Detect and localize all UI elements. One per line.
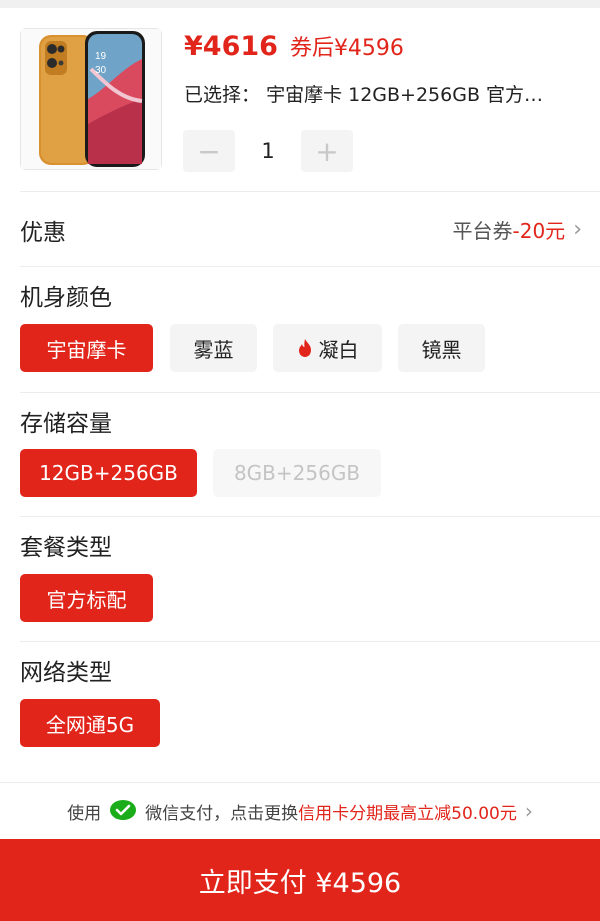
pay-now-label: 立即支付 ¥4596 bbox=[198, 867, 402, 899]
promo-highlight: 信用卡分期最高立减50.00元 bbox=[298, 803, 517, 824]
divider bbox=[20, 641, 600, 642]
option-label: 镜黑 bbox=[421, 337, 462, 362]
option-label: 凝白 bbox=[318, 337, 359, 362]
promo-prefix: 使用 bbox=[67, 803, 102, 824]
option-label: 8GB+256GB bbox=[233, 461, 361, 485]
option-color-white[interactable]: 凝白 bbox=[273, 324, 382, 372]
option-package-standard[interactable]: 官方标配 bbox=[20, 574, 153, 622]
divider bbox=[20, 266, 600, 267]
svg-text:19: 19 bbox=[95, 51, 107, 62]
chevron-right-icon: › bbox=[524, 799, 533, 823]
wechat-pay-icon bbox=[110, 800, 137, 820]
divider bbox=[20, 392, 600, 393]
selected-label: 已选择： bbox=[184, 84, 261, 106]
option-label: 12GB+256GB bbox=[39, 461, 178, 485]
option-color-mist-blue[interactable]: 雾蓝 bbox=[170, 324, 257, 372]
phone-product-image-icon: 19 30 bbox=[21, 29, 161, 169]
price-after-coupon: 券后¥4596 bbox=[289, 36, 404, 61]
price-row: ¥4616 券后¥4596 bbox=[184, 30, 404, 70]
section-title-network: 网络类型 bbox=[20, 660, 112, 686]
option-label: 全网通5G bbox=[45, 712, 135, 737]
product-image[interactable]: 19 30 bbox=[20, 28, 162, 170]
minus-icon: − bbox=[197, 134, 221, 168]
coupon-type: 平台券 bbox=[452, 219, 513, 243]
price: ¥4616 bbox=[184, 31, 278, 62]
option-color-mocha[interactable]: 宇宙摩卡 bbox=[20, 324, 153, 372]
option-label: 宇宙摩卡 bbox=[46, 337, 127, 362]
divider bbox=[20, 191, 600, 192]
promo-wechat-text: 微信支付，点击更换 bbox=[145, 803, 299, 824]
top-strip bbox=[0, 0, 600, 8]
plus-icon: + bbox=[315, 134, 339, 168]
option-storage-8gb-256gb: 8GB+256GB bbox=[213, 449, 381, 497]
section-title-color: 机身颜色 bbox=[20, 285, 112, 311]
quantity-value[interactable]: 1 bbox=[236, 130, 300, 172]
chevron-right-icon: › bbox=[573, 217, 582, 242]
option-storage-12gb-256gb[interactable]: 12GB+256GB bbox=[20, 449, 197, 497]
option-color-black[interactable]: 镜黑 bbox=[398, 324, 485, 372]
section-title-storage: 存储容量 bbox=[20, 411, 112, 437]
option-network-5g[interactable]: 全网通5G bbox=[20, 699, 160, 747]
coupon-amount: -20元 bbox=[512, 219, 566, 243]
section-title-package: 套餐类型 bbox=[20, 535, 112, 561]
option-label: 雾蓝 bbox=[193, 337, 234, 362]
quantity-decrease-button[interactable]: − bbox=[183, 130, 235, 172]
selected-spec[interactable]: 已选择： 宇宙摩卡 12GB+256GB 官方… bbox=[184, 80, 584, 107]
option-label: 官方标配 bbox=[46, 587, 127, 612]
divider bbox=[20, 516, 600, 517]
coupon-label: 优惠 bbox=[20, 220, 66, 246]
coupon-selector[interactable]: 平台券 -20元 › bbox=[453, 215, 582, 244]
payment-promo[interactable]: 使用 微信支付，点击更换 信用卡分期最高立减50.00元 › bbox=[0, 783, 600, 839]
quantity-increase-button[interactable]: + bbox=[301, 130, 353, 172]
svg-text:30: 30 bbox=[95, 65, 107, 76]
selected-value: 宇宙摩卡 12GB+256GB 官方… bbox=[266, 84, 544, 106]
flame-icon bbox=[298, 339, 311, 357]
pay-now-button[interactable]: 立即支付 ¥4596 bbox=[0, 839, 600, 921]
